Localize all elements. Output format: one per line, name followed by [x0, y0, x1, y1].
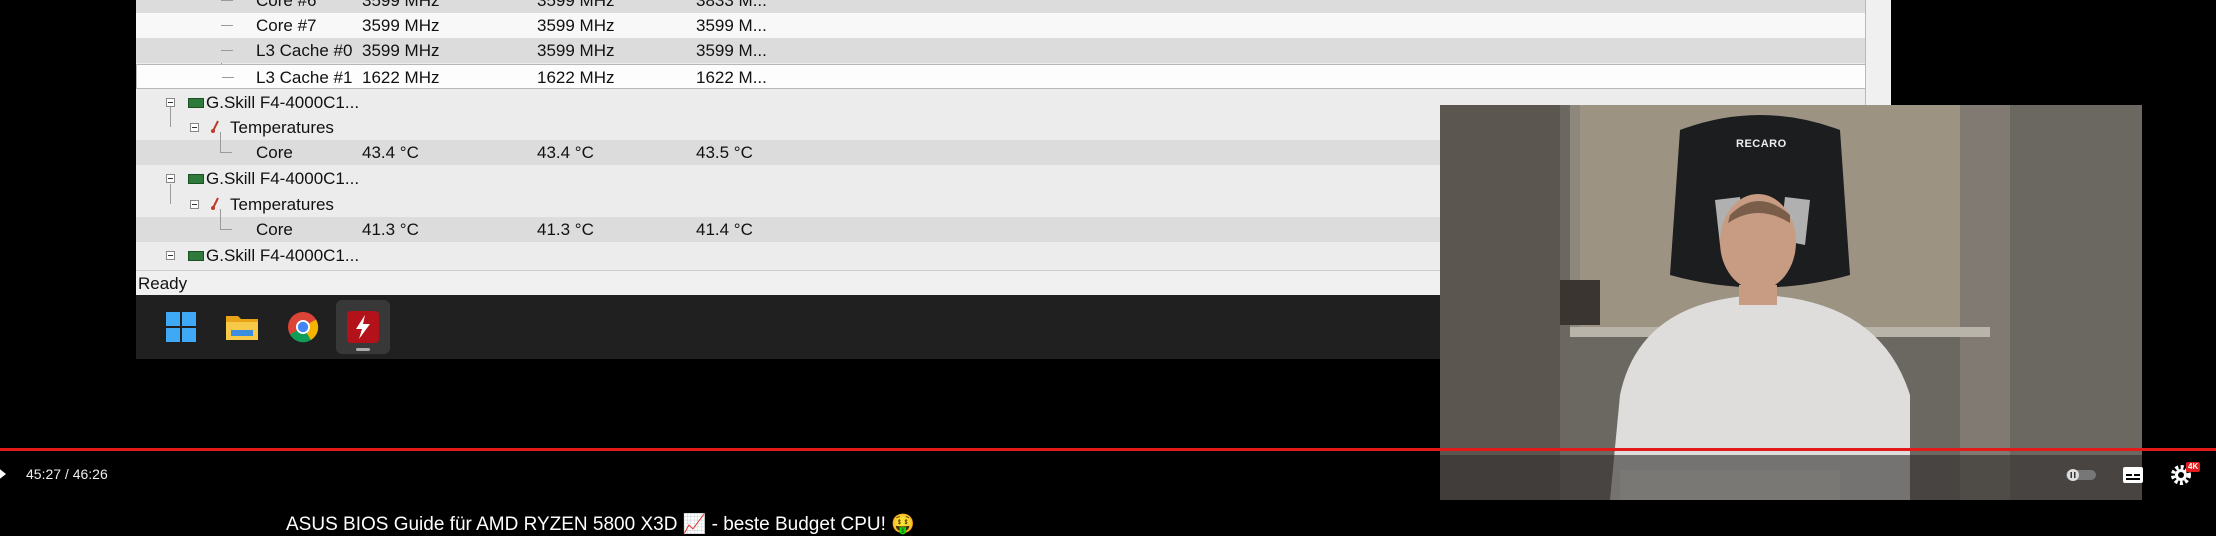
tree-branch: [222, 77, 234, 78]
sensor-max: 3833 M...: [696, 0, 767, 10]
device-name: G.Skill F4-4000C1...: [206, 169, 360, 188]
sensor-current: 3599 MHz: [362, 0, 440, 10]
sensor-current: 3599 MHz: [362, 16, 440, 35]
time-readout: 45:27 / 46:26: [26, 466, 108, 482]
memory-module-icon: [188, 174, 204, 184]
sensor-min: 41.3 °C: [537, 220, 594, 239]
thermometer-icon: [211, 197, 219, 210]
sensor-max: 41.4 °C: [696, 220, 753, 239]
sensor-current: 41.3 °C: [362, 220, 419, 239]
sensor-max: 3599 M...: [696, 41, 767, 60]
play-icon[interactable]: [0, 466, 8, 482]
collapse-toggle[interactable]: [166, 98, 175, 107]
hwinfo-icon[interactable]: [336, 300, 390, 354]
sensor-row-selected[interactable]: L3 Cache #1 1622 MHz 1622 MHz 1622 M...: [136, 64, 1865, 89]
sensor-row[interactable]: Core #7 3599 MHz 3599 MHz 3599 M...: [136, 13, 1865, 38]
webcam-overlay: RECARO: [1440, 105, 2142, 500]
tree-branch: [221, 25, 233, 26]
thermometer-icon: [211, 120, 219, 133]
sensor-name: L3 Cache #0: [256, 41, 353, 60]
sensor-current: 1622 MHz: [362, 68, 440, 87]
memory-module-icon: [188, 251, 204, 261]
tree-guide: [220, 132, 221, 152]
tree-guide: [220, 209, 221, 229]
status-text: Ready: [138, 274, 188, 293]
device-name: G.Skill F4-4000C1...: [206, 246, 360, 265]
chair-brand-label: RECARO: [1736, 138, 1787, 150]
file-explorer-icon[interactable]: [219, 304, 265, 350]
sensor-name: Core #7: [256, 16, 317, 35]
subtitles-icon[interactable]: [2122, 466, 2144, 484]
sensor-min: 1622 MHz: [537, 68, 615, 87]
active-window-indicator: [356, 348, 370, 351]
collapse-toggle[interactable]: [166, 174, 175, 183]
tree-guide: [170, 184, 171, 204]
device-name: G.Skill F4-4000C1...: [206, 93, 360, 112]
tree-branch: [220, 229, 232, 230]
sensor-min: 43.4 °C: [537, 143, 594, 162]
webcam-scene: [1440, 105, 2142, 500]
sensor-min: 3599 MHz: [537, 41, 615, 60]
tree-branch: [221, 0, 233, 1]
quality-badge: 4K: [2186, 462, 2201, 472]
collapse-toggle[interactable]: [190, 123, 199, 132]
sensor-name: Core: [256, 143, 293, 162]
memory-module-icon: [188, 98, 204, 108]
tree-branch: [220, 152, 232, 153]
sensor-max: 1622 M...: [696, 68, 767, 87]
collapse-toggle[interactable]: [166, 251, 175, 260]
seek-bar[interactable]: [0, 448, 2216, 451]
sensor-name: Core #6: [256, 0, 317, 10]
sensor-current: 3599 MHz: [362, 41, 440, 60]
autoplay-toggle[interactable]: [2065, 468, 2097, 482]
chrome-icon[interactable]: [280, 304, 326, 350]
sensor-min: 3599 MHz: [537, 16, 615, 35]
tree-branch: [221, 50, 233, 51]
sensor-min: 3599 MHz: [537, 0, 615, 10]
sensor-row[interactable]: Core #6 3599 MHz 3599 MHz 3833 M...: [136, 0, 1865, 13]
sensor-max: 43.5 °C: [696, 143, 753, 162]
sensor-name: L3 Cache #1: [256, 68, 353, 87]
sensor-row[interactable]: L3 Cache #0 3599 MHz 3599 MHz 3599 M...: [136, 38, 1865, 63]
collapse-toggle[interactable]: [190, 200, 199, 209]
group-name: Temperatures: [230, 195, 334, 214]
group-name: Temperatures: [230, 118, 334, 137]
tree-guide: [170, 107, 171, 127]
sensor-current: 43.4 °C: [362, 143, 419, 162]
windows-start-icon[interactable]: [158, 304, 204, 350]
video-title: ASUS BIOS Guide für AMD RYZEN 5800 X3D 📈…: [286, 514, 915, 535]
sensor-max: 3599 M...: [696, 16, 767, 35]
sensor-name: Core: [256, 220, 293, 239]
